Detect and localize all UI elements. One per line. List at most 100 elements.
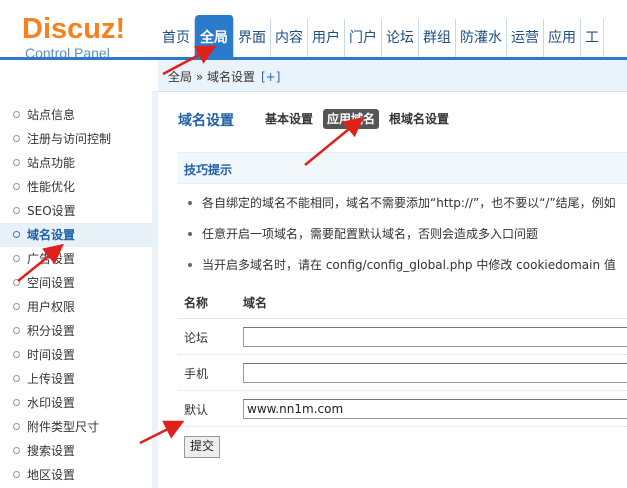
sidebar-item-9[interactable]: 积分设置 (0, 319, 152, 343)
table-header: 名称 域名 (178, 288, 627, 319)
tip-text: 当开启多域名时，请在 config/config_global.php 中修改 … (202, 258, 616, 272)
subtab-1[interactable]: 应用域名 (323, 109, 380, 129)
col-domain-header: 域名 (243, 296, 268, 310)
sidebar-item-label: 域名设置 (27, 228, 76, 242)
sidebar-item-5[interactable]: 域名设置 (0, 223, 152, 247)
sidebar-item-label: SEO设置 (27, 204, 76, 218)
sidebar-item-1[interactable]: 注册与访问控制 (0, 127, 152, 151)
tip-text: 各自绑定的域名不能相同，域名不需要添加“http://”，也不要以“/”结尾，例… (202, 196, 616, 210)
bullet-icon (13, 231, 20, 238)
subtab-0[interactable]: 基本设置 (261, 109, 317, 129)
sidebar-menu: 站点信息注册与访问控制 站点功能性能优化 SEO设置域名设置广告设置空间设置用户权限… (0, 91, 152, 487)
bullet-icon (13, 255, 20, 262)
sidebar-item-label: 站点信息 (27, 108, 76, 122)
tip-item: 各自绑定的域名不能相同，域名不需要添加“http://”，也不要以“/”结尾，例… (178, 192, 627, 223)
bullet-icon (188, 201, 192, 205)
bullet-icon (13, 111, 20, 118)
bullet-icon (13, 399, 20, 406)
tip-text: 任意开启一项域名，需要配置默认域名，否则会造成多入口问题 (202, 227, 539, 241)
table-rows: 论坛手机默认 www.nn1m.com (178, 319, 627, 427)
bullet-icon (13, 471, 20, 478)
bullet-icon (188, 263, 192, 267)
domain-input[interactable] (243, 363, 627, 383)
sidebar-item-label: 注册与访问控制 (27, 132, 112, 146)
bullet-icon (13, 327, 20, 334)
nav-tab-6[interactable]: 论坛 (382, 19, 419, 57)
sidebar-item-label: 上传设置 (27, 372, 76, 386)
sidebar-item-label: 广告设置 (27, 252, 76, 266)
sidebar-item-2[interactable]: 站点功能 (0, 151, 152, 175)
sidebar-item-15[interactable]: 地区设置 (0, 463, 152, 487)
nav-tab-9[interactable]: 运营 (507, 19, 544, 57)
bullet-icon (13, 135, 20, 142)
nav-tab-2[interactable]: 界面 (234, 19, 271, 57)
bullet-icon (13, 375, 20, 382)
tips-header: 技巧提示 (178, 152, 627, 184)
sidebar-item-label: 用户权限 (27, 300, 76, 314)
sidebar-item-7[interactable]: 空间设置 (0, 271, 152, 295)
nav-tab-11[interactable]: 工 (581, 19, 604, 57)
table-row: 手机 (178, 355, 627, 391)
nav-tab-1[interactable]: 全局 (195, 15, 234, 57)
sidebar-item-10[interactable]: 时间设置 (0, 343, 152, 367)
sidebar-item-label: 附件类型尺寸 (27, 420, 100, 434)
tip-item: 任意开启一项域名，需要配置默认域名，否则会造成多入口问题 (178, 223, 627, 254)
sidebar: 站点信息注册与访问控制 站点功能性能优化 SEO设置域名设置广告设置空间设置用户权限… (0, 91, 153, 488)
bullet-icon (188, 232, 192, 236)
subtab-2[interactable]: 根域名设置 (385, 109, 453, 129)
main-content: 域名设置 基本设置 应用域名 根域名设置 技巧提示 各自绑定的域名不能相同，域名不需… (158, 92, 627, 488)
table-row: 论坛 (178, 319, 627, 355)
sub-tabs: 基本设置 应用域名 根域名设置 (261, 109, 459, 129)
sidebar-item-4[interactable]: SEO设置 (0, 199, 152, 223)
table-row: 默认 www.nn1m.com (178, 391, 627, 427)
sidebar-item-6[interactable]: 广告设置 (0, 247, 152, 271)
sidebar-item-11[interactable]: 上传设置 (0, 367, 152, 391)
sidebar-item-label: 空间设置 (27, 276, 76, 290)
col-name-header: 名称 (184, 296, 209, 310)
top-nav: 首页 全局 界面 内容 用户 门户 论坛 群组 防灌水 运营 应用工 (158, 15, 604, 57)
bullet-icon (13, 159, 20, 166)
domain-table: 名称 域名 论坛手机默认 www.nn1m.com (178, 288, 627, 427)
tip-item: 当开启多域名时，请在 config/config_global.php 中修改 … (178, 254, 627, 285)
domain-input[interactable] (243, 327, 627, 347)
nav-tab-4[interactable]: 用户 (308, 19, 345, 57)
sidebar-item-label: 水印设置 (27, 396, 76, 410)
row-label: 论坛 (184, 331, 209, 345)
breadcrumb-path: 全局 » 域名设置 (168, 70, 255, 84)
sidebar-item-label: 地区设置 (27, 468, 76, 482)
bullet-icon (13, 183, 20, 190)
row-label: 手机 (184, 367, 209, 381)
sidebar-item-label: 性能优化 (27, 180, 76, 194)
bullet-icon (13, 279, 20, 286)
sidebar-item-label: 搜索设置 (27, 444, 76, 458)
sidebar-item-12[interactable]: 水印设置 (0, 391, 152, 415)
bullet-icon (13, 351, 20, 358)
header: Discuz! Control Panel 首页 全局 界面 内容 用户 门户 论坛 群组 防灌… (0, 0, 627, 61)
breadcrumb-bar: 全局 » 域名设置 [+] (158, 60, 627, 92)
nav-tab-10[interactable]: 应用 (544, 19, 581, 57)
page-title: 域名设置 (178, 113, 234, 129)
sidebar-item-0[interactable]: 站点信息 (0, 103, 152, 127)
sidebar-item-3[interactable]: 性能优化 (0, 175, 152, 199)
add-shortcut-link[interactable]: [+] (261, 70, 280, 84)
nav-tab-8[interactable]: 防灌水 (456, 19, 507, 57)
breadcrumb: 全局 » 域名设置 [+] (168, 68, 280, 85)
nav-tab-3[interactable]: 内容 (271, 19, 308, 57)
bullet-icon (13, 207, 20, 214)
domain-input[interactable]: www.nn1m.com (243, 399, 627, 419)
sidebar-item-label: 站点功能 (27, 156, 76, 170)
sidebar-item-label: 积分设置 (27, 324, 76, 338)
sidebar-item-13[interactable]: 附件类型尺寸 (0, 415, 152, 439)
sidebar-item-14[interactable]: 搜索设置 (0, 439, 152, 463)
tips-list: 各自绑定的域名不能相同，域名不需要添加“http://”，也不要以“/”结尾，例… (178, 192, 627, 285)
nav-tab-0[interactable]: 首页 (158, 19, 195, 57)
sidebar-item-label: 时间设置 (27, 348, 76, 362)
nav-tab-7[interactable]: 群组 (419, 19, 456, 57)
nav-tab-5[interactable]: 门户 (345, 19, 382, 57)
logo-brand: Discuz! (22, 13, 126, 45)
tips-heading: 技巧提示 (184, 163, 233, 177)
bullet-icon (13, 447, 20, 454)
sidebar-item-8[interactable]: 用户权限 (0, 295, 152, 319)
bullet-icon (13, 423, 20, 430)
submit-button[interactable]: 提交 (184, 436, 221, 458)
